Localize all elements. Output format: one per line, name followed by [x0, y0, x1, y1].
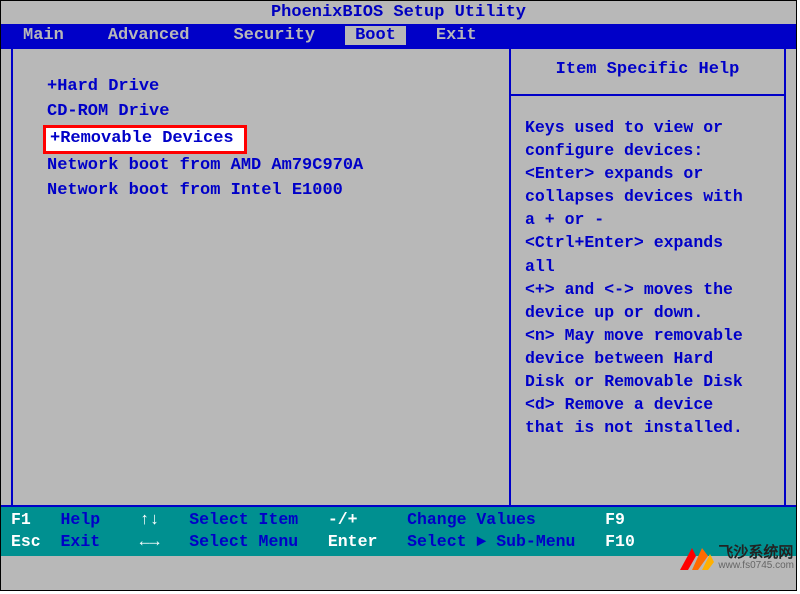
menu-tab-security[interactable]: Security: [211, 26, 337, 45]
main-panel: +Hard Drive CD-ROM Drive+Removable Devic…: [1, 47, 796, 507]
footer-label: Change Values: [407, 510, 605, 529]
footer-label: Select Menu: [189, 532, 328, 551]
footer-label: Select Item: [189, 510, 328, 529]
footer-label: Select ► Sub-Menu: [407, 532, 605, 551]
footer-key: F10: [605, 532, 645, 551]
title-bar: PhoenixBIOS Setup Utility: [1, 1, 796, 24]
watermark-text: 飞沙系统网 www.fs0745.com: [718, 545, 794, 572]
footer-cell: Esc Exit: [11, 531, 140, 553]
watermark-title: 飞沙系统网: [718, 545, 794, 560]
footer-cell: F10: [605, 531, 645, 553]
footer-key: -/+: [328, 510, 407, 529]
app-title: PhoenixBIOS Setup Utility: [271, 3, 526, 22]
footer-cell: Enter Select ► Sub-Menu: [328, 531, 605, 553]
help-body: Keys used to view or configure devices: …: [525, 116, 770, 439]
watermark-logo-icon: [678, 540, 714, 576]
footer-key: ↑↓: [140, 510, 190, 529]
boot-item[interactable]: CD-ROM Drive: [43, 100, 499, 125]
footer-key: ←→: [140, 532, 190, 551]
footer-bar: F1 Help ↑↓ Select Item -/+ Change Values…: [1, 507, 796, 556]
footer-row: F1 Help ↑↓ Select Item -/+ Change Values…: [11, 509, 786, 531]
footer-key: F9: [605, 510, 645, 529]
boot-order-panel: +Hard Drive CD-ROM Drive+Removable Devic…: [11, 49, 511, 505]
help-panel: Item Specific Help Keys used to view or …: [511, 49, 786, 505]
footer-cell: ←→ Select Menu: [140, 531, 328, 553]
boot-item[interactable]: Network boot from Intel E1000: [43, 179, 499, 204]
menu-tab-boot[interactable]: Boot: [345, 26, 406, 45]
footer-key: F1: [11, 510, 61, 529]
boot-order-list: +Hard Drive CD-ROM Drive+Removable Devic…: [43, 75, 499, 204]
help-title: Item Specific Help: [525, 59, 770, 88]
footer-label: Help: [61, 510, 140, 529]
footer-cell: ↑↓ Select Item: [140, 509, 328, 531]
menu-tab-exit[interactable]: Exit: [414, 26, 499, 45]
watermark-url: www.fs0745.com: [718, 560, 794, 572]
footer-key: Esc: [11, 532, 61, 551]
menu-tab-main[interactable]: Main: [1, 26, 86, 45]
boot-item[interactable]: +Removable Devices: [43, 125, 247, 154]
footer-row: Esc Exit ←→ Select Menu Enter Select ► S…: [11, 531, 786, 553]
footer-cell: -/+ Change Values: [328, 509, 605, 531]
menu-bar: MainAdvancedSecurity Boot Exit: [1, 24, 796, 47]
boot-item[interactable]: +Hard Drive: [43, 75, 499, 100]
boot-item[interactable]: Network boot from AMD Am79C970A: [43, 154, 499, 179]
footer-cell: F9: [605, 509, 645, 531]
footer-cell: F1 Help: [11, 509, 140, 531]
footer-label: Exit: [61, 532, 140, 551]
bios-setup-window: PhoenixBIOS Setup Utility MainAdvancedSe…: [0, 0, 797, 591]
help-divider: [511, 94, 784, 96]
menu-tab-advanced[interactable]: Advanced: [86, 26, 212, 45]
watermark: 飞沙系统网 www.fs0745.com: [678, 540, 794, 576]
footer-key: Enter: [328, 532, 407, 551]
